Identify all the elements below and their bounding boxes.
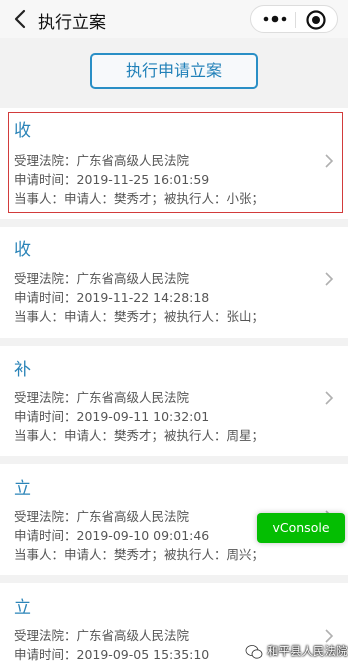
case-court: 受理法院：广东省高级人民法院 <box>14 628 190 643</box>
page-title: 执行立案 <box>38 13 106 33</box>
case-card[interactable]: 收 受理法院：广东省高级人民法院 申请时间：2019-11-22 14:28:1… <box>0 227 348 338</box>
case-time: 申请时间：2019-09-10 09:01:46 <box>14 528 210 543</box>
case-parties: 当事人：申请人：樊秀才；被执行人：张山； <box>14 309 265 324</box>
watermark: 和平县人民法院 <box>245 641 348 663</box>
case-court: 受理法院：广东省高级人民法院 <box>14 390 190 405</box>
vconsole-button[interactable]: vConsole <box>257 513 345 543</box>
case-time: 申请时间：2019-09-11 10:32:01 <box>14 409 210 424</box>
apply-case-button[interactable]: 执行申请立案 <box>90 53 258 89</box>
case-court: 受理法院：广东省高级人民法院 <box>14 271 190 286</box>
case-court: 受理法院：广东省高级人民法院 <box>14 509 190 524</box>
case-parties: 当事人：申请人：樊秀才；被执行人：周兴； <box>14 547 265 562</box>
navigation-bar: 执行立案 <box>0 0 348 38</box>
target-circle-icon[interactable] <box>305 9 327 31</box>
more-dots-icon[interactable] <box>259 11 291 27</box>
case-parties: 当事人：申请人：樊秀才；被执行人：周星； <box>14 428 265 443</box>
watermark-text: 和平县人民法院 <box>267 644 348 658</box>
case-status-tag: 收 <box>14 240 31 260</box>
mini-program-capsule <box>250 5 338 33</box>
chevron-right-icon <box>325 391 334 405</box>
case-time: 申请时间：2019-11-22 14:28:18 <box>14 290 210 305</box>
capsule-divider <box>295 12 296 28</box>
case-status-tag: 补 <box>14 360 31 380</box>
chevron-left-icon[interactable] <box>10 7 30 31</box>
case-status-tag: 立 <box>14 479 31 499</box>
chevron-right-icon <box>325 272 334 286</box>
case-status-tag: 立 <box>14 598 31 618</box>
case-time: 申请时间：2019-09-05 15:35:10 <box>14 647 210 662</box>
wechat-icon <box>245 645 263 659</box>
case-card[interactable]: 补 受理法院：广东省高级人民法院 申请时间：2019-09-11 10:32:0… <box>0 346 348 456</box>
highlight-box <box>8 112 343 213</box>
